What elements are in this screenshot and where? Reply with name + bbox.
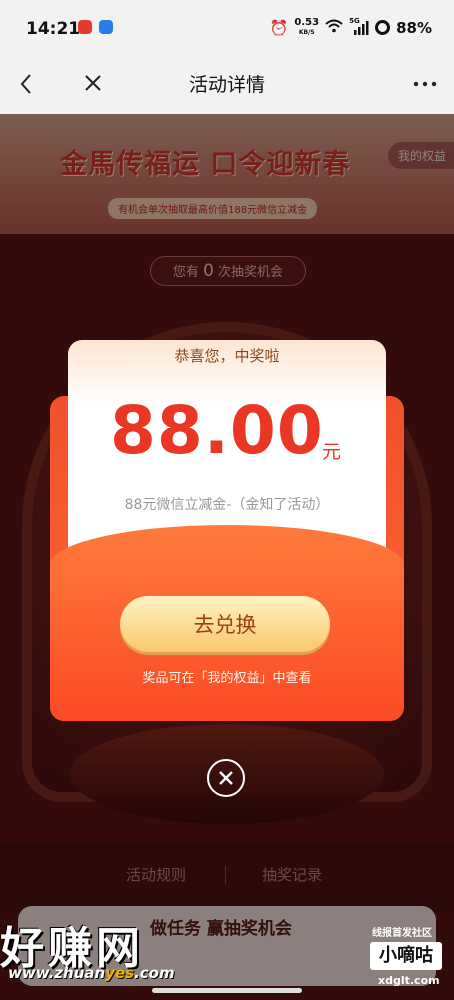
redeem-button[interactable]: 去兑换 (120, 596, 330, 652)
more-options-icon[interactable] (410, 70, 440, 98)
signal-icon: 5G (349, 16, 369, 36)
app-notification-icon (99, 20, 113, 34)
watermark2-tagline: 线报首发社区 (372, 928, 432, 939)
alarm-icon: ⏰ (269, 18, 289, 37)
page-title: 活动详情 (188, 74, 265, 96)
network-speed-value: 0.53 (294, 17, 320, 28)
close-popup-icon[interactable] (207, 759, 245, 797)
battery-level: 88% (396, 18, 432, 37)
redeem-hint: 奖品可在「我的权益」中查看 (142, 671, 312, 686)
network-speed: 0.53 KB/S (294, 18, 319, 37)
network-type: 5G (349, 16, 360, 25)
network-speed-unit: KB/S (298, 29, 315, 36)
nav-bar: 活动详情 (0, 58, 454, 114)
status-time: 14:21 (26, 19, 81, 39)
wifi-icon (325, 19, 343, 37)
watermark-url-b: yes (105, 964, 135, 982)
netease-music-icon (78, 20, 92, 34)
watermark-url: www.zhuanyes.com (8, 964, 175, 982)
watermark2-logo: 小嘀咕 (370, 942, 442, 970)
prize-description: 88元微信立减金-（金知了活动） (124, 497, 330, 513)
home-indicator[interactable] (152, 988, 302, 993)
congrats-text: 恭喜您，中奖啦 (174, 347, 280, 365)
watermark-url-c: .com (134, 964, 175, 982)
battery-icon (375, 20, 391, 35)
status-right: ⏰ 0.53 KB/S 5G 88% (269, 16, 432, 37)
watermark-url-a: www.zhuan (8, 964, 106, 982)
notification-icons (78, 20, 113, 34)
status-bar: 14:21 ⏰ 0.53 KB/S 5G 88% (0, 0, 454, 58)
watermark2-url: xdglt.com (378, 974, 440, 987)
prize-amount: 88.00 (110, 392, 324, 469)
prize-unit: 元 (322, 441, 342, 463)
